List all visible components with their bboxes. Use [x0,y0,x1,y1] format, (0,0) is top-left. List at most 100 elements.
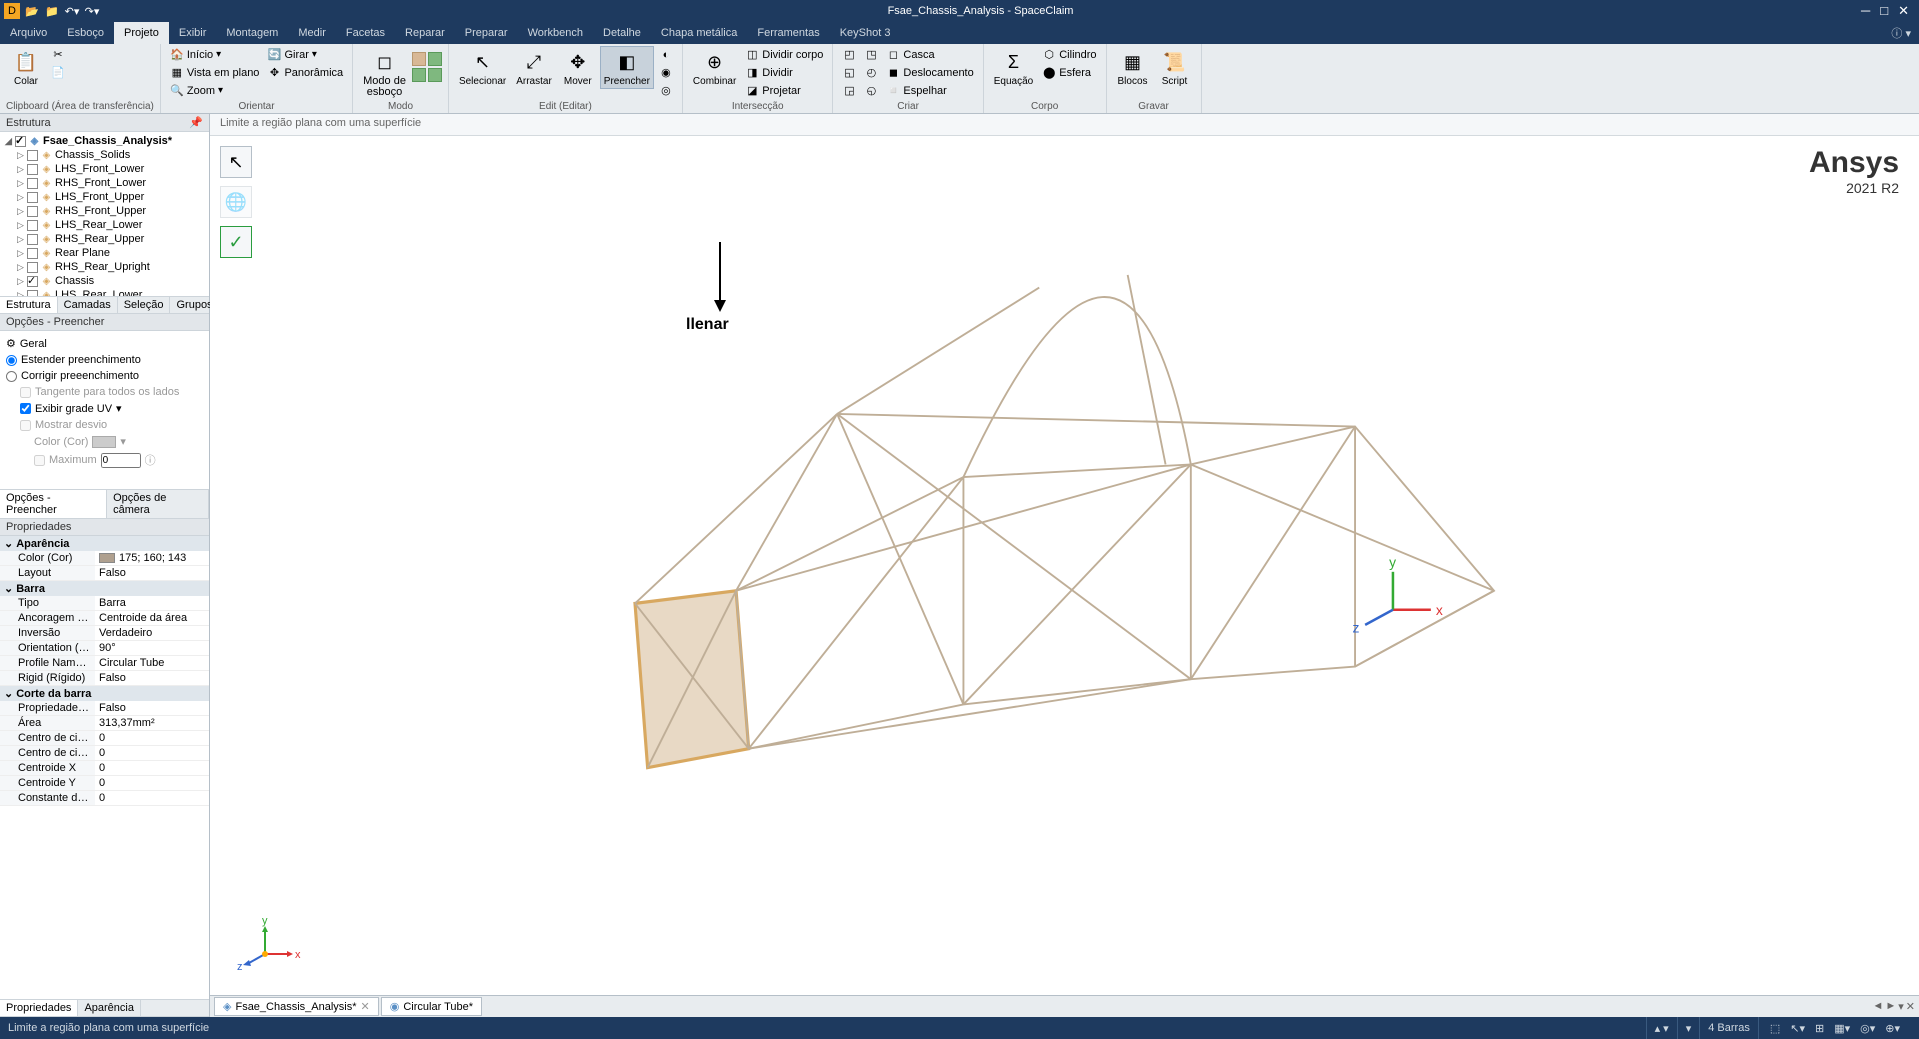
tree-item[interactable]: ▷◈RHS_Front_Lower [2,176,207,190]
properties-body[interactable]: ⌄ AparênciaColor (Cor)175; 160; 143Layou… [0,536,209,999]
tab-facetas[interactable]: Facetas [336,22,395,44]
status-dropdown-2[interactable]: ▾ [1677,1017,1700,1039]
mode-cell-4[interactable] [428,68,442,82]
tab-detalhe[interactable]: Detalhe [593,22,651,44]
shell-button[interactable]: ◻Casca [883,46,976,63]
edit-extra-1[interactable]: ◐ [656,46,676,63]
extend-radio[interactable] [6,355,17,366]
props-tab-prop[interactable]: Propriedades [0,1000,78,1016]
tree-item[interactable]: ▷◈RHS_Rear_Upper [2,232,207,246]
prop-row[interactable]: TipoBarra [0,596,209,611]
close-button[interactable]: ✕ [1898,3,1909,19]
blocks-button[interactable]: ▦Blocos [1113,46,1153,89]
status-icon-1[interactable]: ⬚ [1767,1022,1783,1035]
create-sm-3[interactable]: ◲ [839,82,859,99]
cylinder-button[interactable]: ⬡Cilindro [1039,46,1099,63]
prop-section[interactable]: ⌄ Corte da barra [0,686,209,701]
structure-tree[interactable]: ◢◈Fsae_Chassis_Analysis* ▷◈Chassis_Solid… [0,132,209,296]
structure-tab-estrutura[interactable]: Estrutura [0,297,58,313]
prop-row[interactable]: Profile Name (NomCircular Tube [0,656,209,671]
combine-button[interactable]: ⊕Combinar [689,46,740,89]
status-icon-3[interactable]: ⊞ [1812,1022,1827,1035]
prop-row[interactable]: LayoutFalso [0,566,209,581]
info-icon[interactable]: ⓘ [145,452,156,468]
color-picker[interactable] [92,436,116,448]
doc-tab-chassis[interactable]: ◈Fsae_Chassis_Analysis*✕ [214,997,379,1016]
tree-item[interactable]: ▷◈LHS_Front_Upper [2,190,207,204]
prop-row[interactable]: Centroide X0 [0,761,209,776]
mode-grid[interactable] [412,52,442,82]
fill-button[interactable]: ◧Preencher [600,46,654,89]
minimize-button[interactable]: ─ [1861,3,1870,19]
copy-button[interactable]: 📄 [48,64,68,81]
edit-extra-3[interactable]: ◎ [656,82,676,99]
mode-cell-2[interactable] [428,52,442,66]
view-canvas[interactable]: ↖ 🌐 ✓ [210,136,1919,995]
tab-reparar[interactable]: Reparar [395,22,455,44]
status-icon-2[interactable]: ↖▾ [1787,1022,1808,1035]
zoom-button[interactable]: 🔍Zoom ▾ [167,82,263,99]
sketch-mode-button[interactable]: ◻ Modo deesboço [359,46,410,100]
plane-view-button[interactable]: ▦Vista em plano [167,64,263,81]
correct-radio[interactable] [6,371,17,382]
prop-row[interactable]: Centro de cisalham0 [0,731,209,746]
tab-projeto[interactable]: Projeto [114,22,169,44]
tab-preparar[interactable]: Preparar [455,22,518,44]
create-sm-6[interactable]: ◵ [861,82,881,99]
mirror-button[interactable]: ◽Espelhar [883,82,976,99]
structure-tab-camadas[interactable]: Camadas [58,297,118,313]
pin-icon[interactable]: 📌 [189,116,203,129]
prop-row[interactable]: Color (Cor)175; 160; 143 [0,551,209,566]
cut-button[interactable]: ✂ [48,46,68,63]
drag-button[interactable]: ⤢Arrastar [512,46,556,89]
script-button[interactable]: 📜Script [1155,46,1195,89]
tree-item[interactable]: ▷◈LHS_Rear_Lower [2,288,207,296]
tab-ferramentas[interactable]: Ferramentas [747,22,829,44]
equation-button[interactable]: ΣEquação [990,46,1037,89]
create-sm-1[interactable]: ◰ [839,46,859,63]
create-sm-2[interactable]: ◱ [839,64,859,81]
prop-section[interactable]: ⌄ Barra [0,581,209,596]
maximize-button[interactable]: □ [1880,3,1888,19]
prop-row[interactable]: Centro de cisalham0 [0,746,209,761]
tree-root[interactable]: ◢◈Fsae_Chassis_Analysis* [2,134,207,148]
prop-row[interactable]: Ancoragem de cortCentroide da área [0,611,209,626]
doc-tab-tube[interactable]: ◉Circular Tube* [381,997,482,1016]
undo-icon[interactable]: ↶▾ [64,3,80,19]
edit-extra-2[interactable]: ◉ [656,64,676,81]
redo-icon[interactable]: ↷▾ [84,3,100,19]
status-icon-5[interactable]: ◎▾ [1857,1022,1878,1035]
tree-item[interactable]: ▷◈Chassis_Solids [2,148,207,162]
help-icon[interactable]: ⓘ ▾ [1883,22,1919,44]
status-icon-4[interactable]: ▦▾ [1831,1022,1853,1035]
select-button[interactable]: ↖Selecionar [455,46,510,89]
mode-cell-3[interactable] [412,68,426,82]
structure-tab-selecao[interactable]: Seleção [118,297,171,313]
prop-row[interactable]: Área313,37mm² [0,716,209,731]
tree-item[interactable]: ▷◈LHS_Front_Lower [2,162,207,176]
tab-arquivo[interactable]: Arquivo [0,22,57,44]
prop-section[interactable]: ⌄ Aparência [0,536,209,551]
sphere-button[interactable]: ⬤Esfera [1039,64,1099,81]
create-sm-4[interactable]: ◳ [861,46,881,63]
tab-montagem[interactable]: Montagem [216,22,288,44]
offset-button[interactable]: ◼Deslocamento [883,64,976,81]
split-body-button[interactable]: ◫Dividir corpo [742,46,826,63]
tab-keyshot[interactable]: KeyShot 3 [830,22,901,44]
tree-item[interactable]: ▷◈LHS_Rear_Lower [2,218,207,232]
tab-chapa[interactable]: Chapa metálica [651,22,747,44]
tab-exibir[interactable]: Exibir [169,22,217,44]
create-sm-5[interactable]: ◴ [861,64,881,81]
props-tab-appear[interactable]: Aparência [78,1000,141,1016]
rotate-button[interactable]: 🔄Girar ▾ [264,46,346,63]
uv-check[interactable] [20,403,31,414]
open-icon[interactable]: 📂 [24,3,40,19]
prop-row[interactable]: Propriedades modifFalso [0,701,209,716]
prop-row[interactable]: Constante de empe0 [0,791,209,806]
paste-button[interactable]: 📋 Colar [6,46,46,89]
prop-row[interactable]: Centroide Y0 [0,776,209,791]
prop-row[interactable]: Orientation (Orienta90° [0,641,209,656]
tab-medir[interactable]: Medir [288,22,336,44]
split-button[interactable]: ◨Dividir [742,64,826,81]
home-button[interactable]: 🏠Início ▾ [167,46,263,63]
